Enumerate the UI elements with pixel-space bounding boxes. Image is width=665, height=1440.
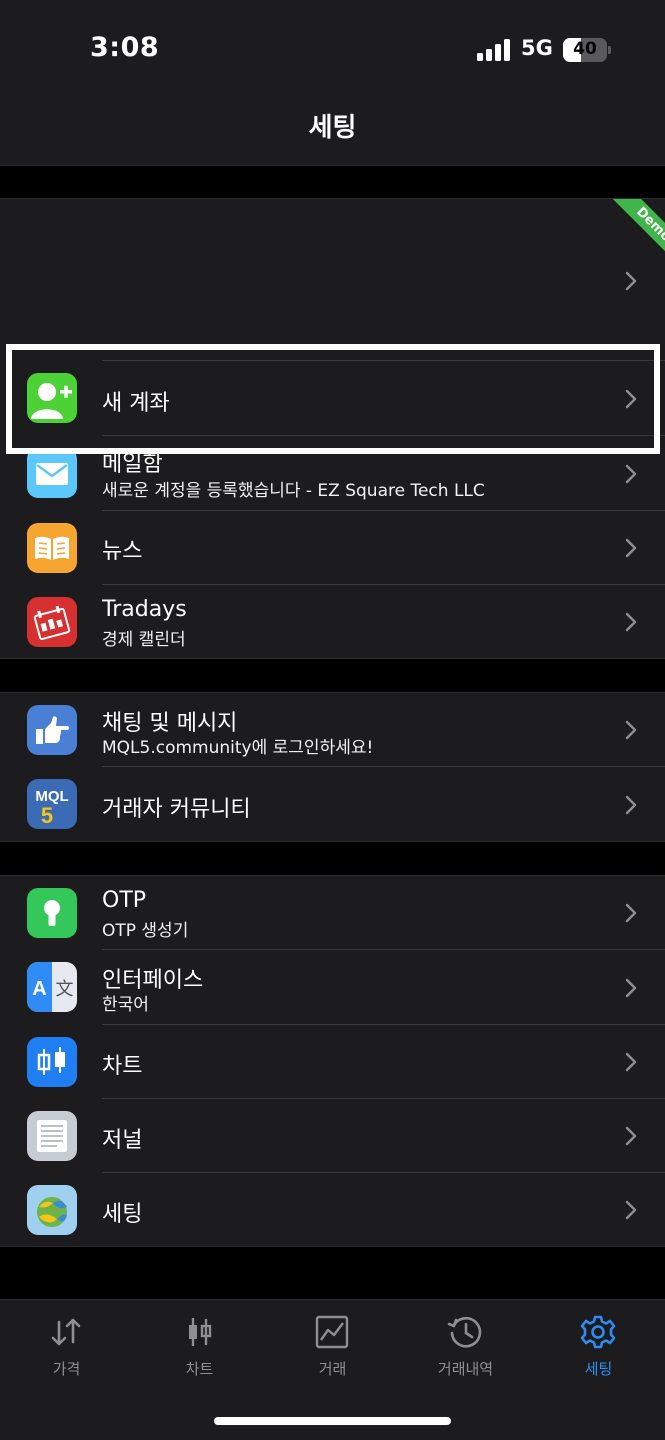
chevron-right-icon	[625, 978, 637, 998]
history-icon	[447, 1316, 482, 1348]
chevron-right-icon	[625, 538, 637, 558]
network-type: 5G	[521, 36, 553, 60]
chevron-right-icon	[625, 612, 637, 632]
tab-chart[interactable]: 차트	[133, 1300, 266, 1390]
trade-chart-icon	[315, 1315, 349, 1349]
mql5-logo-icon: MQL 5	[27, 779, 77, 829]
keyhole-icon	[27, 888, 77, 938]
battery-icon: 40	[563, 38, 607, 62]
menu-item-subtitle: 새로운 계정을 등록했습니다 - EZ Square Tech LLC	[102, 481, 485, 501]
journal-icon	[27, 1111, 77, 1161]
account-card[interactable]	[0, 199, 665, 361]
tab-label: 거래	[318, 1360, 347, 1378]
candlestick-icon	[27, 1037, 77, 1087]
chevron-right-icon	[625, 795, 637, 815]
translate-glyph-a: A	[32, 978, 46, 1000]
community-group: 채팅 및 메시지 MQL5.community에 로그인하세요! MQL 5 거래…	[0, 692, 665, 842]
menu-item-title: 세팅	[102, 1202, 143, 1227]
status-bar: 3:08 5G 40	[0, 0, 665, 95]
navigation-bar: 세팅	[0, 95, 665, 166]
tab-bar: 가격 차트 거래 거래내역 세팅	[0, 1299, 665, 1440]
chevron-right-icon	[625, 903, 637, 923]
menu-item-news[interactable]: 뉴스	[0, 511, 665, 585]
tab-trade[interactable]: 거래	[266, 1300, 399, 1390]
menu-item-subtitle: OTP 생성기	[102, 921, 189, 941]
menu-item-journal[interactable]: 저널	[0, 1099, 665, 1173]
chevron-right-icon	[625, 720, 637, 740]
menu-item-title: 차트	[102, 1054, 143, 1079]
demo-ribbon: Demo	[597, 199, 665, 267]
battery-tip	[608, 46, 611, 54]
chevron-right-icon	[625, 1126, 637, 1146]
translate-icon: A文	[27, 962, 77, 1012]
candlestick-icon	[189, 1318, 212, 1346]
tab-settings[interactable]: 세팅	[532, 1300, 665, 1390]
arrows-updown-icon	[51, 1318, 81, 1346]
menu-item-subtitle: MQL5.community에 로그인하세요!	[102, 738, 374, 758]
menu-item-settings[interactable]: 세팅	[0, 1173, 665, 1247]
menu-item-title: OTP	[102, 888, 147, 913]
metatrader-logo-icon	[27, 1185, 77, 1235]
chevron-right-icon	[625, 271, 637, 291]
menu-item-otp[interactable]: OTP OTP 생성기	[0, 876, 665, 950]
chevron-right-icon	[625, 1200, 637, 1220]
menu-item-title: 거래자 커뮤니티	[102, 797, 251, 822]
menu-item-title: Tradays	[102, 597, 187, 622]
menu-item-title: 뉴스	[102, 539, 143, 564]
menu-item-interface[interactable]: A文 인터페이스 한국어	[0, 950, 665, 1025]
book-icon	[27, 523, 77, 573]
battery-level: 40	[573, 39, 597, 59]
mail-icon	[27, 448, 77, 498]
tools-group: OTP OTP 생성기 A文 인터페이스 한국어 차트 저널 세팅	[0, 875, 665, 1247]
thumb-pointing-icon	[27, 705, 77, 755]
tab-label: 차트	[185, 1360, 214, 1378]
gear-icon	[580, 1315, 616, 1349]
signal-strength-icon	[477, 39, 511, 61]
translate-glyph-b: 文	[56, 979, 74, 1000]
tab-prices[interactable]: 가격	[0, 1300, 133, 1390]
menu-item-tradays[interactable]: Tradays 경제 캘린더	[0, 585, 665, 659]
tab-label: 세팅	[584, 1360, 613, 1378]
chevron-right-icon	[625, 1052, 637, 1072]
status-time: 3:08	[90, 32, 160, 63]
tab-label: 거래내역	[437, 1360, 494, 1378]
menu-item-title: 저널	[102, 1128, 143, 1153]
highlight-frame	[6, 344, 660, 454]
mql5-logo-number: 5	[41, 803, 53, 828]
menu-item-subtitle: 경제 캘린더	[102, 630, 186, 650]
page-title: 세팅	[308, 113, 357, 143]
menu-item-trader-community[interactable]: MQL 5 거래자 커뮤니티	[0, 767, 665, 842]
home-indicator[interactable]	[214, 1417, 451, 1425]
chevron-right-icon	[625, 464, 637, 484]
menu-item-chart[interactable]: 차트	[0, 1025, 665, 1099]
tab-label: 가격	[52, 1360, 81, 1378]
menu-item-chat[interactable]: 채팅 및 메시지 MQL5.community에 로그인하세요!	[0, 693, 665, 767]
tab-history[interactable]: 거래내역	[399, 1300, 532, 1390]
demo-badge: Demo	[611, 199, 665, 267]
calendar-icon	[27, 597, 77, 647]
menu-item-subtitle: 한국어	[102, 995, 149, 1015]
